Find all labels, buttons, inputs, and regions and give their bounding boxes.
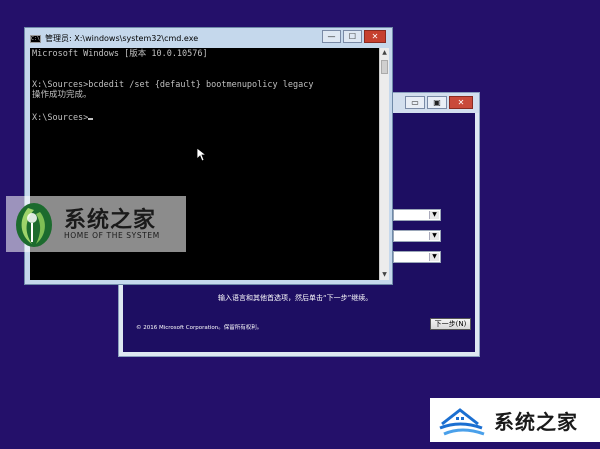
language-dropdown[interactable]: ▼ xyxy=(393,209,441,221)
watermark-logo-bottom: 系统之家 xyxy=(430,398,600,442)
chevron-down-icon: ▼ xyxy=(429,232,439,240)
text-cursor xyxy=(88,118,94,120)
cmd-window-controls: — ☐ ✕ xyxy=(322,30,386,43)
console-prompt-line: X:\Sources> xyxy=(32,113,94,123)
cmd-minimize-button[interactable]: — xyxy=(322,30,341,43)
setup-hint-text: 输入语言和其他首选项，然后单击“下一步”继续。 xyxy=(218,294,373,302)
watermark-brand-cn: 系统之家 xyxy=(494,410,578,434)
cmd-maximize-button[interactable]: ☐ xyxy=(343,30,362,43)
setup-minimize-button[interactable]: ▭ xyxy=(405,96,425,109)
watermark-logo-top: 系统之家 HOME OF THE SYSTEM xyxy=(6,196,186,252)
setup-close-button[interactable]: ✕ xyxy=(449,96,473,109)
cmd-app-icon: C:\ xyxy=(30,35,41,43)
scroll-down-icon[interactable]: ▼ xyxy=(380,270,389,280)
leaf-logo-icon xyxy=(16,203,52,247)
console-prompt: X:\Sources> xyxy=(32,113,89,123)
copyright-text: © 2016 Microsoft Corporation。保留所有权利。 xyxy=(136,325,263,331)
mouse-pointer-icon xyxy=(197,148,207,162)
console-scrollbar[interactable]: ▲ ▼ xyxy=(379,48,389,280)
watermark-brand-en: HOME OF THE SYSTEM xyxy=(64,231,160,240)
chevron-down-icon: ▼ xyxy=(429,253,439,261)
next-button[interactable]: 下一步(N) xyxy=(430,318,471,330)
chevron-down-icon: ▼ xyxy=(429,211,439,219)
cmd-titlebar[interactable]: C:\ 管理员: X:\windows\system32\cmd.exe — ☐… xyxy=(25,28,392,48)
house-logo-icon xyxy=(439,408,485,436)
console-line: X:\Sources>bcdedit /set {default} bootme… xyxy=(32,80,314,90)
setup-restore-button[interactable]: ▣ xyxy=(427,96,447,109)
watermark-brand-cn: 系统之家 xyxy=(64,208,157,233)
scroll-up-icon[interactable]: ▲ xyxy=(380,48,389,58)
setup-window-controls: ▭ ▣ ✕ xyxy=(405,96,473,109)
scroll-thumb[interactable] xyxy=(381,60,388,74)
cmd-window-title: 管理员: X:\windows\system32\cmd.exe xyxy=(45,34,199,43)
console-line: 操作成功完成。 xyxy=(32,90,92,100)
keyboard-dropdown[interactable]: ▼ xyxy=(393,251,441,263)
console-line: Microsoft Windows [版本 10.0.10576] xyxy=(32,49,208,59)
time-currency-dropdown[interactable]: ▼ xyxy=(393,230,441,242)
cmd-close-button[interactable]: ✕ xyxy=(364,30,386,43)
